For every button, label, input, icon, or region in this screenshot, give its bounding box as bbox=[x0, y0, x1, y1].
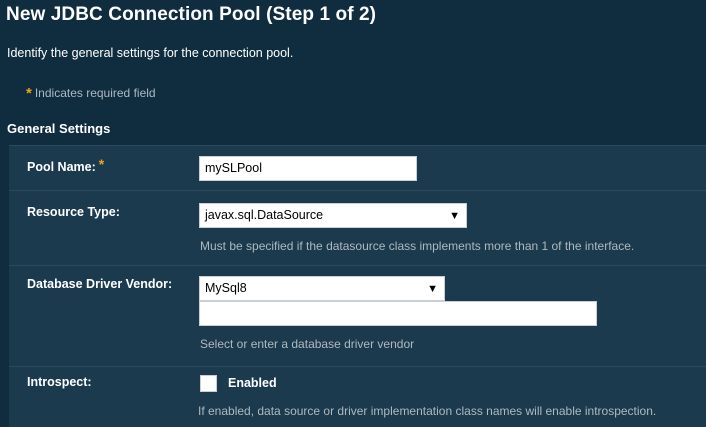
chevron-down-icon: ▼ bbox=[427, 283, 438, 295]
db-vendor-value: MySql8 bbox=[205, 281, 247, 295]
required-note-text: Indicates required field bbox=[34, 86, 156, 100]
db-vendor-help: Select or enter a database driver vendor bbox=[200, 337, 415, 351]
resource-type-row: Resource Type: javax.sql.DataSource ▼ Mu… bbox=[9, 190, 706, 265]
introspect-help: If enabled, data source or driver implem… bbox=[198, 404, 657, 418]
page-description: Identify the general settings for the co… bbox=[7, 46, 294, 60]
introspect-checkbox-label[interactable]: Enabled bbox=[228, 376, 277, 390]
db-vendor-custom-input[interactable] bbox=[199, 301, 597, 326]
pool-name-row: Pool Name: * mySLPool bbox=[9, 145, 706, 190]
db-vendor-row: Database Driver Vendor: MySql8 ▼ Select … bbox=[9, 265, 706, 366]
asterisk-icon: * bbox=[26, 85, 32, 102]
resource-type-select[interactable]: javax.sql.DataSource ▼ bbox=[199, 203, 467, 228]
introspect-checkbox[interactable] bbox=[200, 375, 217, 392]
chevron-down-icon: ▼ bbox=[449, 210, 460, 222]
introspect-label: Introspect: bbox=[27, 375, 92, 389]
pool-name-label-text: Pool Name: bbox=[27, 160, 96, 174]
introspect-row: Introspect: Enabled If enabled, data sou… bbox=[9, 366, 706, 427]
db-vendor-label: Database Driver Vendor: bbox=[27, 277, 173, 291]
required-field-note: * Indicates required field bbox=[26, 84, 156, 102]
resource-type-help: Must be specified if the datasource clas… bbox=[200, 239, 635, 253]
page-title: New JDBC Connection Pool (Step 1 of 2) bbox=[6, 4, 377, 25]
resource-type-value: javax.sql.DataSource bbox=[205, 208, 324, 222]
db-vendor-select[interactable]: MySql8 ▼ bbox=[199, 276, 445, 301]
section-title: General Settings bbox=[7, 121, 111, 136]
pool-name-label: Pool Name: * bbox=[27, 156, 105, 174]
resource-type-label: Resource Type: bbox=[27, 205, 120, 219]
asterisk-icon: * bbox=[98, 156, 105, 172]
pool-name-input[interactable]: mySLPool bbox=[199, 156, 417, 181]
